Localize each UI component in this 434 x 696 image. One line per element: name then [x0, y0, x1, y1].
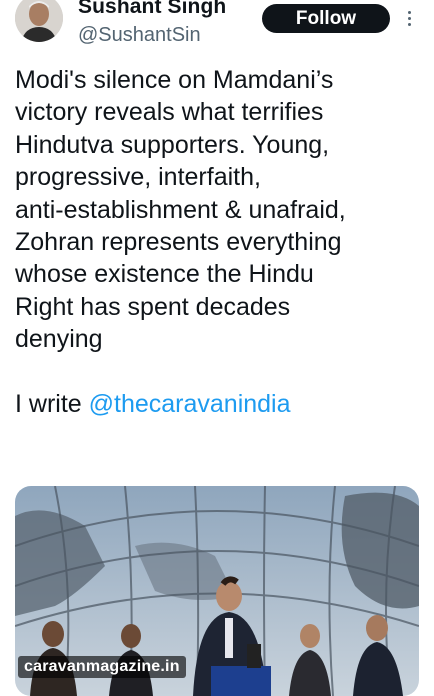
- more-vertical-icon[interactable]: [400, 2, 418, 34]
- tweet-text-blank: [15, 356, 425, 388]
- tweet-text: Modi's silence on Mamdani’s victory reve…: [15, 64, 425, 420]
- tweet-text-line: progressive, interfaith,: [15, 163, 261, 192]
- mention-link[interactable]: @thecaravanindia: [89, 390, 291, 418]
- tweet-write-line: I write @thecaravanindia: [15, 388, 425, 420]
- author-handle[interactable]: @SushantSin: [78, 24, 201, 47]
- tweet-text-line: Hindutva supporters. Young,: [15, 130, 330, 159]
- tweet-text-line: denying: [15, 325, 103, 354]
- tweet-text-line: Modi's silence on Mamdani’s: [15, 66, 334, 94]
- tweet-text-line: Zohran represents everything: [15, 228, 342, 257]
- tweet-text-line: whose existence the Hindu: [15, 260, 314, 289]
- tweet-text-line: Right has spent decades: [15, 292, 291, 321]
- tweet-header: Sushant Singh @SushantSin Follow: [0, 0, 434, 56]
- follow-button[interactable]: Follow: [262, 4, 390, 33]
- tweet-text-line: victory reveals what terrifies: [15, 98, 324, 127]
- tweet-text-line: anti-establishment & unafraid,: [15, 195, 346, 224]
- avatar[interactable]: [15, 0, 63, 42]
- write-prefix: I write: [15, 390, 89, 419]
- media-caption: caravanmagazine.in: [18, 656, 186, 678]
- author-name[interactable]: Sushant Singh: [78, 0, 226, 19]
